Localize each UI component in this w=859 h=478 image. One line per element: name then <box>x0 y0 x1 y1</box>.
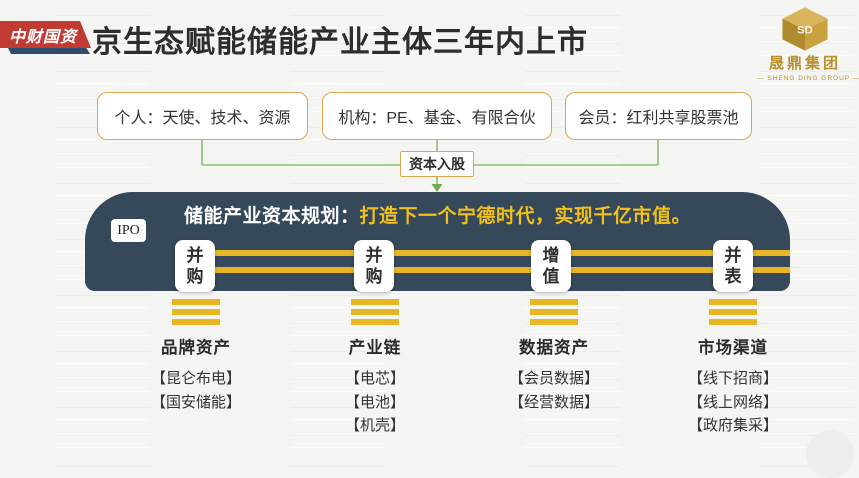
logo-company-name: 晟鼎集团 <box>757 52 853 73</box>
road-headline-highlight: 打造下一个宁德时代，实现千亿市值。 <box>360 206 692 227</box>
milestone-tab-label: 并购 <box>364 240 384 287</box>
milestone-tab-merger-1: 并购 <box>175 240 215 292</box>
source-box-individual-label: 个人：天使、技术、资源 <box>114 104 290 128</box>
column-item: 【国安储能】 <box>111 391 281 415</box>
company-logo: SD 晟鼎集团 — SHENG DING GROUP — <box>757 6 853 82</box>
page-title: 京生态赋能储能产业主体三年内上市 <box>92 17 588 61</box>
logo-monogram: SD <box>797 24 813 36</box>
triple-bar-icon <box>351 299 399 329</box>
column-market-channels: 市场渠道 【线下招商】 【线上网络】 【政府集采】 <box>648 334 818 438</box>
ipo-badge: IPO <box>111 219 146 242</box>
milestone-tab-merger-2: 并购 <box>354 240 394 292</box>
column-item: 【经营数据】 <box>469 391 639 415</box>
capital-entry-label-box: 资本入股 <box>400 151 474 177</box>
column-item: 【昆仑布电】 <box>111 367 281 391</box>
triple-bar-icon <box>709 299 757 329</box>
milestone-tab-consolidation: 并表 <box>713 240 753 292</box>
brand-ribbon: 中财国资 <box>0 21 94 48</box>
milestone-tab-value-add: 增值 <box>531 240 571 292</box>
source-box-individual: 个人：天使、技术、资源 <box>97 92 308 140</box>
sd-cube-icon: SD <box>779 6 831 52</box>
column-title: 数据资产 <box>469 334 639 358</box>
ribbon-label: 中财国资 <box>9 23 77 47</box>
column-item: 【线下招商】 <box>648 367 818 391</box>
source-box-member: 会员：红利共享股票池 <box>565 92 752 140</box>
column-title: 品牌资产 <box>111 334 281 358</box>
road-lane-line <box>175 267 790 273</box>
column-item: 【电芯】 <box>290 367 460 391</box>
arrow-down-icon <box>432 184 443 192</box>
column-data-assets: 数据资产 【会员数据】 【经营数据】 <box>469 334 639 414</box>
logo-company-subtitle: — SHENG DING GROUP — <box>757 75 853 82</box>
source-box-institution-label: 机构：PE、基金、有限合伙 <box>338 104 535 128</box>
column-title: 市场渠道 <box>648 334 818 358</box>
source-box-institution: 机构：PE、基金、有限合伙 <box>322 92 552 140</box>
source-box-member-label: 会员：红利共享股票池 <box>578 104 738 128</box>
capital-entry-label: 资本入股 <box>409 154 465 174</box>
milestone-tab-label: 增值 <box>541 240 561 287</box>
triple-bar-icon <box>530 299 578 329</box>
road-lane-line <box>175 250 790 256</box>
column-item: 【政府集采】 <box>648 414 818 438</box>
column-item: 【机壳】 <box>290 414 460 438</box>
milestone-tab-label: 并购 <box>185 240 205 287</box>
milestone-tab-label: 并表 <box>723 240 743 287</box>
column-brand-assets: 品牌资产 【昆仑布电】 【国安储能】 <box>111 334 281 414</box>
column-industry-chain: 产业链 【电芯】 【电池】 【机壳】 <box>290 334 460 438</box>
road-headline: 储能产业资本规划：打造下一个宁德时代，实现千亿市值。 <box>85 201 790 228</box>
column-item: 【会员数据】 <box>469 367 639 391</box>
road-headline-prefix: 储能产业资本规划： <box>184 206 360 227</box>
column-item: 【线上网络】 <box>648 391 818 415</box>
ipo-badge-label: IPO <box>117 223 140 239</box>
triple-bar-icon <box>172 299 220 329</box>
column-title: 产业链 <box>290 334 460 358</box>
column-item: 【电池】 <box>290 391 460 415</box>
